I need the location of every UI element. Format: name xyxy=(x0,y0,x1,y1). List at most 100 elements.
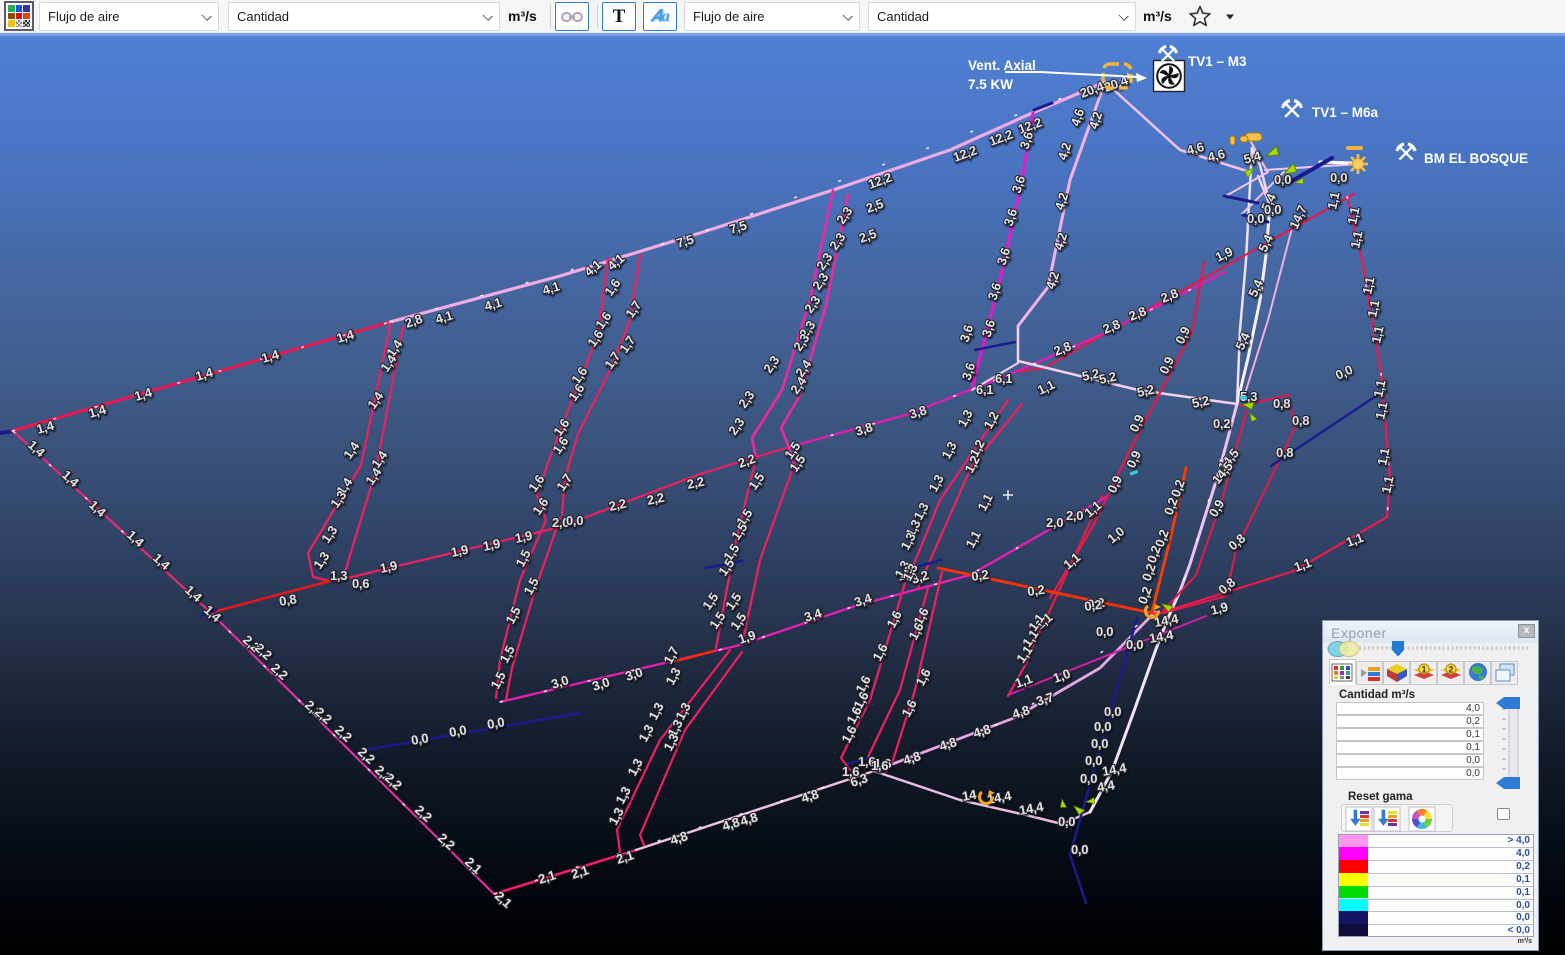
svg-text:0,0: 0,0 xyxy=(448,722,468,740)
svg-text:2,1: 2,1 xyxy=(536,867,557,887)
svg-text:3,7: 3,7 xyxy=(1034,689,1055,709)
svg-text:1,6: 1,6 xyxy=(898,697,919,719)
svg-text:2,1: 2,1 xyxy=(462,854,485,877)
svg-text:0,9: 0,9 xyxy=(1104,473,1125,495)
svg-text:14,4: 14,4 xyxy=(1018,799,1045,818)
svg-text:1,5: 1,5 xyxy=(699,590,721,613)
svg-text:4,8: 4,8 xyxy=(738,809,759,829)
svg-text:1,7: 1,7 xyxy=(622,298,644,321)
svg-text:3,4: 3,4 xyxy=(852,590,874,610)
svg-text:1,1: 1,1 xyxy=(1378,475,1396,495)
svg-text:2,2: 2,2 xyxy=(435,830,458,853)
svg-text:1,0: 1,0 xyxy=(1051,666,1072,686)
svg-text:1,3: 1,3 xyxy=(645,700,666,722)
svg-text:0,0: 0,0 xyxy=(1330,170,1347,185)
svg-text:4,2: 4,2 xyxy=(1043,270,1063,291)
svg-text:1,9: 1,9 xyxy=(450,542,470,560)
svg-text:1,7: 1,7 xyxy=(601,349,623,372)
svg-text:3,6: 3,6 xyxy=(979,318,999,339)
svg-text:0,0: 0,0 xyxy=(1333,362,1355,383)
svg-text:2,1: 2,1 xyxy=(492,888,515,911)
svg-text:0,2: 0,2 xyxy=(1026,582,1045,599)
svg-text:2,3: 2,3 xyxy=(725,415,747,438)
svg-text:3,0: 3,0 xyxy=(549,672,570,692)
svg-text:TV1 – M6a: TV1 – M6a xyxy=(1312,105,1379,120)
svg-text:1,1: 1,1 xyxy=(1359,276,1377,296)
svg-text:4,2: 4,2 xyxy=(1055,141,1075,162)
svg-text:0,2: 0,2 xyxy=(1083,597,1102,614)
svg-text:1,1: 1,1 xyxy=(1344,530,1365,550)
svg-text:1,3: 1,3 xyxy=(330,568,347,583)
svg-text:BM EL BOSQUE: BM EL BOSQUE xyxy=(1424,151,1528,166)
svg-text:2,2: 2,2 xyxy=(332,722,355,745)
svg-text:0,0: 0,0 xyxy=(1096,624,1113,639)
svg-text:2,2: 2,2 xyxy=(608,496,628,514)
svg-text:0,0: 0,0 xyxy=(1104,704,1121,719)
svg-text:1,1: 1,1 xyxy=(1368,325,1386,345)
svg-text:7,5: 7,5 xyxy=(727,217,748,236)
svg-text:4,4: 4,4 xyxy=(1096,777,1117,795)
svg-text:0,0: 0,0 xyxy=(1091,736,1108,751)
svg-text:5,2: 5,2 xyxy=(1136,382,1156,400)
svg-text:0,8: 0,8 xyxy=(1273,396,1290,411)
svg-text:2,2: 2,2 xyxy=(412,802,435,825)
svg-text:1,9: 1,9 xyxy=(482,536,502,554)
svg-text:2,3: 2,3 xyxy=(735,388,757,411)
svg-text:1,5: 1,5 xyxy=(487,669,508,691)
svg-text:2,5: 2,5 xyxy=(864,196,885,216)
svg-text:14: 14 xyxy=(961,787,978,804)
svg-text:4,2: 4,2 xyxy=(1051,231,1071,252)
svg-text:1,6: 1,6 xyxy=(871,758,888,773)
svg-text:1,4: 1,4 xyxy=(194,364,216,383)
svg-text:1,3: 1,3 xyxy=(954,407,975,429)
svg-text:0,0: 0,0 xyxy=(1058,814,1075,829)
svg-text:2,3: 2,3 xyxy=(801,293,823,316)
svg-text:3,4: 3,4 xyxy=(802,605,824,625)
svg-text:5,2: 5,2 xyxy=(1191,393,1211,411)
svg-text:3,8: 3,8 xyxy=(853,419,874,439)
svg-text:3,6: 3,6 xyxy=(994,246,1014,267)
svg-text:1,3: 1,3 xyxy=(605,805,626,827)
svg-text:0,8: 0,8 xyxy=(1276,445,1293,460)
svg-text:1,9: 1,9 xyxy=(514,528,534,546)
svg-text:0,0: 0,0 xyxy=(1247,211,1264,226)
svg-text:4,8: 4,8 xyxy=(901,748,922,768)
svg-text:2,2: 2,2 xyxy=(686,474,706,492)
svg-text:0,0: 0,0 xyxy=(1085,753,1102,768)
svg-text:1,4: 1,4 xyxy=(335,326,357,345)
svg-text:1,1: 1,1 xyxy=(1292,555,1313,575)
svg-text:1,3: 1,3 xyxy=(662,665,683,687)
svg-text:1,1: 1,1 xyxy=(1035,377,1057,398)
svg-text:0,0: 0,0 xyxy=(1274,172,1291,187)
svg-text:2: 2 xyxy=(1448,665,1453,675)
svg-text:1,7: 1,7 xyxy=(616,333,638,356)
svg-text:Vent. Axial: Vent. Axial xyxy=(968,58,1036,73)
svg-text:4,1: 4,1 xyxy=(581,257,604,280)
svg-text:6,1: 6,1 xyxy=(976,382,993,397)
svg-text:4,2: 4,2 xyxy=(1086,110,1106,131)
svg-text:0,0: 0,0 xyxy=(1094,719,1111,734)
svg-text:1,4: 1,4 xyxy=(150,550,174,573)
svg-text:1,0: 1,0 xyxy=(1104,524,1127,547)
svg-text:2,0: 2,0 xyxy=(1046,515,1063,530)
svg-text:2,2: 2,2 xyxy=(268,660,291,683)
svg-text:1,4: 1,4 xyxy=(59,467,83,490)
svg-text:3,6: 3,6 xyxy=(1001,207,1021,228)
svg-text:1,4: 1,4 xyxy=(133,384,155,403)
svg-text:1,6: 1,6 xyxy=(565,381,587,404)
svg-text:5,4: 5,4 xyxy=(1255,231,1276,254)
svg-text:14,7: 14,7 xyxy=(1286,203,1310,231)
svg-text:1,1: 1,1 xyxy=(1347,230,1365,250)
svg-text:2,3: 2,3 xyxy=(833,204,855,227)
svg-text:4,6: 4,6 xyxy=(1185,139,1206,158)
svg-text:1,6: 1,6 xyxy=(568,364,590,387)
svg-text:0,8: 0,8 xyxy=(1292,413,1309,428)
svg-text:4,6: 4,6 xyxy=(1068,107,1088,128)
svg-text:0,0: 0,0 xyxy=(1080,771,1097,786)
svg-text:1,3: 1,3 xyxy=(635,722,656,744)
svg-text:1,1: 1,1 xyxy=(974,491,995,513)
svg-text:1,3: 1,3 xyxy=(938,439,959,461)
svg-text:1,9: 1,9 xyxy=(379,558,399,576)
svg-text:0,0: 0,0 xyxy=(1071,842,1088,857)
svg-text:3,6: 3,6 xyxy=(1009,174,1029,195)
